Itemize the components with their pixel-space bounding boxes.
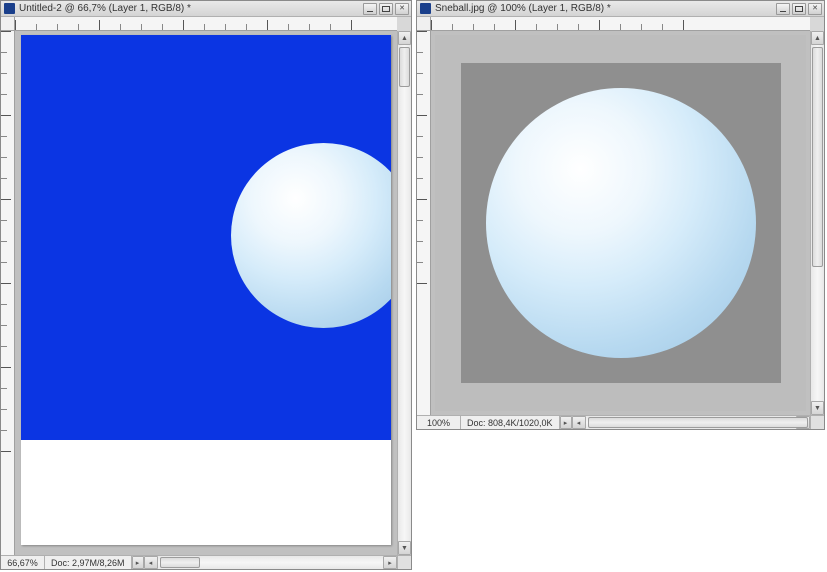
document-window-1: Untitled-2 @ 66,7% (Layer 1, RGB/8) * 0 … bbox=[0, 0, 412, 570]
scroll-track[interactable] bbox=[158, 556, 383, 569]
vertical-ruler[interactable] bbox=[417, 31, 431, 415]
titlebar[interactable]: Sneball.jpg @ 100% (Layer 1, RGB/8) * bbox=[417, 1, 824, 17]
document-size-label[interactable]: Doc: 808,4K/1020,0K bbox=[461, 416, 560, 429]
zoom-level[interactable]: 100% bbox=[417, 416, 461, 429]
document-size-label[interactable]: Doc: 2,97M/8,26M bbox=[45, 556, 132, 569]
maximize-button[interactable] bbox=[379, 3, 393, 15]
ruler-origin[interactable] bbox=[1, 17, 15, 31]
horizontal-ruler[interactable]: 0 5 10 15 bbox=[431, 17, 810, 31]
window-title: Sneball.jpg @ 100% (Layer 1, RGB/8) * bbox=[435, 3, 776, 14]
scroll-down-arrow-icon[interactable]: ▼ bbox=[811, 401, 824, 415]
vertical-scrollbar[interactable]: ▲ ▼ bbox=[397, 31, 411, 555]
canvas[interactable] bbox=[21, 35, 391, 545]
close-button[interactable] bbox=[395, 3, 409, 15]
maximize-button[interactable] bbox=[792, 3, 806, 15]
window-title: Untitled-2 @ 66,7% (Layer 1, RGB/8) * bbox=[19, 3, 363, 14]
resize-grip[interactable] bbox=[397, 555, 411, 569]
window-controls bbox=[776, 3, 822, 15]
resize-grip[interactable] bbox=[810, 415, 824, 429]
scroll-thumb[interactable] bbox=[399, 47, 410, 87]
minimize-button[interactable] bbox=[776, 3, 790, 15]
horizontal-ruler[interactable]: 0 5 10 15 20 bbox=[15, 17, 397, 31]
canvas-viewport[interactable] bbox=[431, 31, 810, 415]
app-icon bbox=[4, 3, 15, 14]
statusbar-menu-icon[interactable]: ▸ bbox=[560, 416, 572, 429]
pasteboard bbox=[435, 35, 806, 411]
scroll-thumb[interactable] bbox=[160, 557, 200, 568]
scroll-up-arrow-icon[interactable]: ▲ bbox=[811, 31, 824, 45]
scroll-up-arrow-icon[interactable]: ▲ bbox=[398, 31, 411, 45]
canvas-viewport[interactable] bbox=[15, 31, 397, 555]
vertical-scrollbar[interactable]: ▲ ▼ bbox=[810, 31, 824, 415]
scroll-left-arrow-icon[interactable]: ◂ bbox=[144, 556, 158, 569]
status-bar: 66,67% Doc: 2,97M/8,26M ▸ ◂ ▸ bbox=[1, 555, 397, 569]
scroll-right-arrow-icon[interactable]: ▸ bbox=[383, 556, 397, 569]
scroll-track[interactable] bbox=[398, 45, 411, 541]
window-controls bbox=[363, 3, 409, 15]
vertical-ruler[interactable] bbox=[1, 31, 15, 555]
document-area: 0 5 10 15 ▲ ▼ bbox=[417, 17, 824, 429]
zoom-level[interactable]: 66,67% bbox=[1, 556, 45, 569]
close-button[interactable] bbox=[808, 3, 822, 15]
app-icon bbox=[420, 3, 431, 14]
document-area: 0 5 10 15 20 ▲ bbox=[1, 17, 411, 569]
scroll-left-arrow-icon[interactable]: ◂ bbox=[572, 416, 586, 429]
scroll-track[interactable] bbox=[586, 416, 796, 429]
canvas[interactable] bbox=[461, 63, 781, 383]
sphere-layer bbox=[486, 88, 756, 358]
scroll-thumb[interactable] bbox=[812, 47, 823, 267]
scroll-track[interactable] bbox=[811, 45, 824, 401]
status-bar: 100% Doc: 808,4K/1020,0K ▸ ◂ ▸ bbox=[417, 415, 810, 429]
titlebar[interactable]: Untitled-2 @ 66,7% (Layer 1, RGB/8) * bbox=[1, 1, 411, 17]
document-window-2: Sneball.jpg @ 100% (Layer 1, RGB/8) * 0 … bbox=[416, 0, 825, 430]
minimize-button[interactable] bbox=[363, 3, 377, 15]
scroll-down-arrow-icon[interactable]: ▼ bbox=[398, 541, 411, 555]
ruler-origin[interactable] bbox=[417, 17, 431, 31]
scroll-thumb[interactable] bbox=[588, 417, 808, 428]
statusbar-menu-icon[interactable]: ▸ bbox=[132, 556, 144, 569]
